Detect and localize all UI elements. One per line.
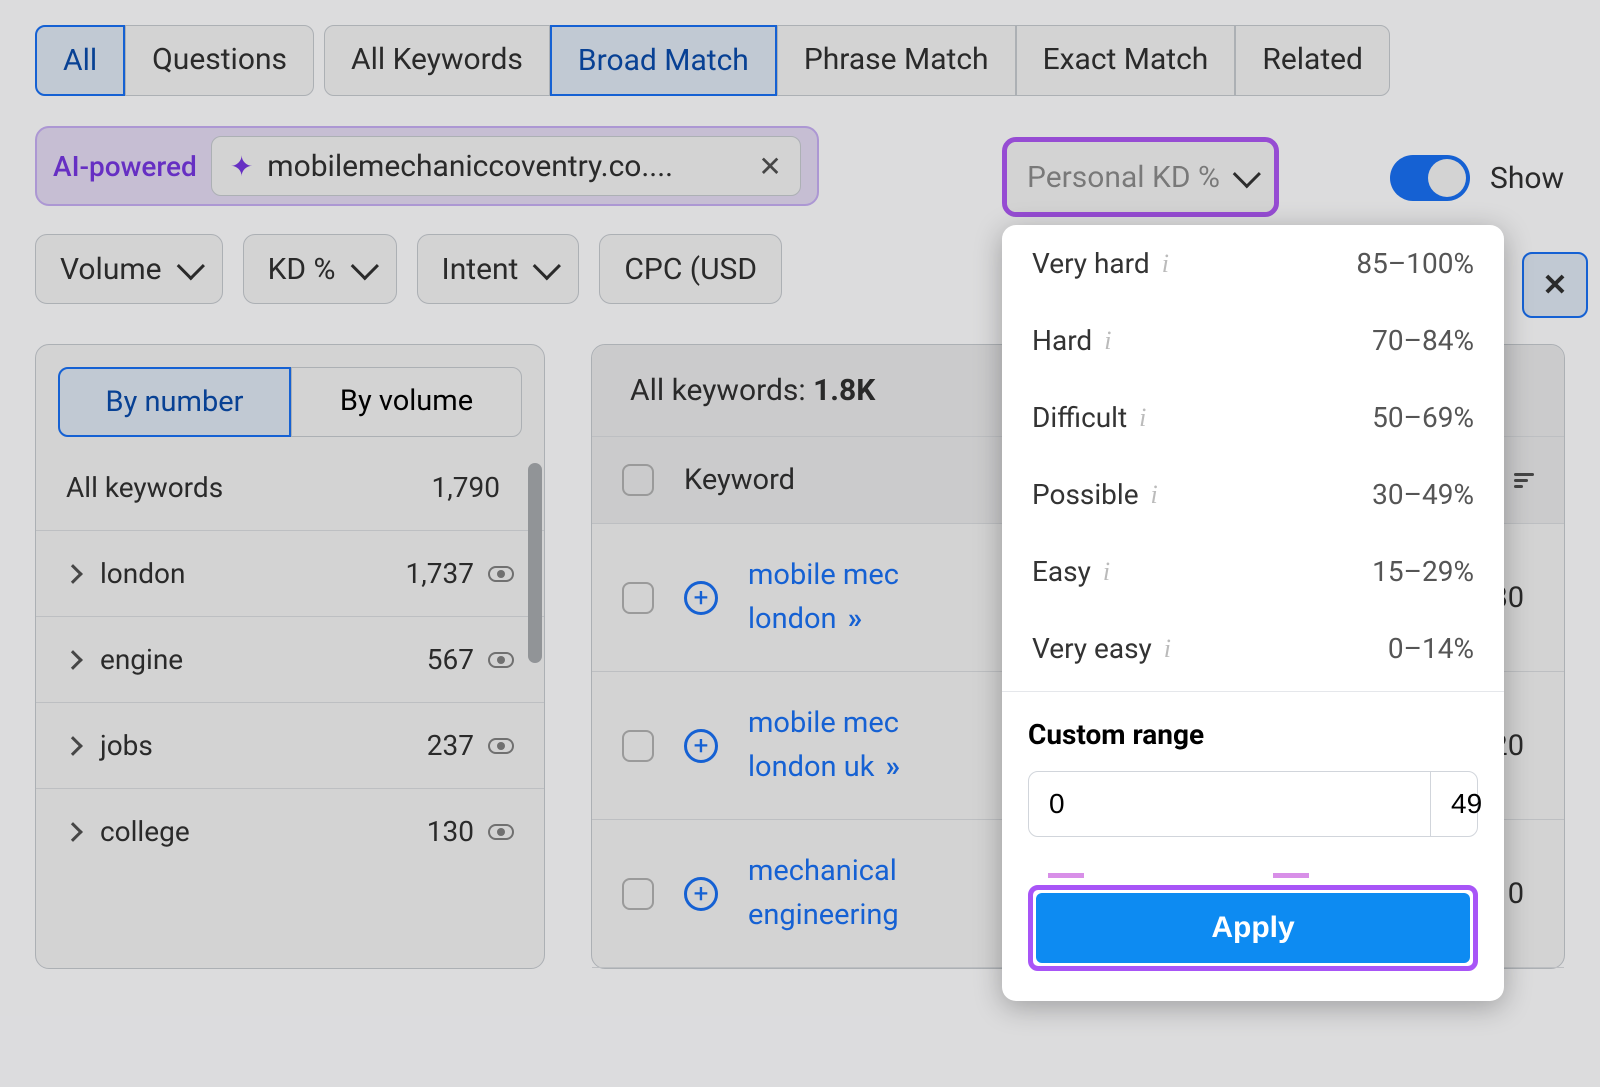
personal-kd-dropdown: Very hard i 85–100% Hard i 70–84% Diffic… (1002, 225, 1504, 1001)
group-all-keywords[interactable]: All keywords 1,790 (36, 459, 544, 530)
ai-powered-pill: AI-powered ✦ mobilemechaniccoventry.co..… (35, 126, 819, 206)
row-checkbox[interactable] (622, 878, 654, 910)
filter-intent[interactable]: Intent (417, 234, 580, 304)
group-engine[interactable]: engine 567 (36, 616, 544, 702)
chevron-right-icon (63, 736, 83, 756)
chevron-down-icon (350, 252, 378, 280)
tab-phrase-match[interactable]: Phrase Match (777, 25, 1016, 96)
chevron-down-icon (1233, 160, 1261, 188)
tab-broad-match[interactable]: Broad Match (550, 25, 777, 96)
kd-option-difficult[interactable]: Difficult i 50–69% (1002, 379, 1504, 456)
external-icon: » (841, 602, 863, 636)
clear-filters-button[interactable]: ✕ (1522, 252, 1588, 318)
personal-kd-trigger[interactable]: Personal KD % (1002, 137, 1279, 217)
group-london[interactable]: london 1,737 (36, 530, 544, 616)
scrollbar-thumb[interactable] (528, 463, 542, 663)
domain-chip[interactable]: ✦ mobilemechaniccoventry.co.... ✕ (211, 136, 801, 196)
tab-related[interactable]: Related (1235, 25, 1390, 96)
info-icon[interactable]: i (1151, 480, 1158, 510)
eye-icon[interactable] (488, 652, 514, 668)
kd-option-possible[interactable]: Possible i 30–49% (1002, 456, 1504, 533)
eye-icon[interactable] (488, 824, 514, 840)
ai-label: AI-powered (53, 150, 197, 183)
chevron-down-icon (176, 252, 204, 280)
chevron-right-icon (63, 650, 83, 670)
external-icon: » (878, 750, 900, 784)
custom-range-from[interactable] (1029, 772, 1431, 836)
row-checkbox[interactable] (622, 730, 654, 762)
show-toggle[interactable] (1390, 155, 1470, 201)
custom-range-to[interactable] (1431, 772, 1600, 836)
custom-range-label: Custom range (1028, 718, 1478, 751)
tabs-row: All Questions All Keywords Broad Match P… (35, 25, 1565, 96)
sort-icon[interactable] (1514, 473, 1534, 488)
tab-all-keywords[interactable]: All Keywords (324, 25, 550, 96)
kd-option-easy[interactable]: Easy i 15–29% (1002, 533, 1504, 610)
add-keyword-icon[interactable]: + (684, 877, 718, 911)
view-by-volume[interactable]: By volume (291, 367, 522, 437)
clear-domain-icon[interactable]: ✕ (758, 150, 781, 183)
add-keyword-icon[interactable]: + (684, 729, 718, 763)
info-icon[interactable]: i (1164, 634, 1171, 664)
chevron-right-icon (63, 822, 83, 842)
kd-option-very-hard[interactable]: Very hard i 85–100% (1002, 225, 1504, 302)
show-label: Show (1490, 161, 1564, 196)
tab-all[interactable]: All (35, 25, 125, 96)
info-icon[interactable]: i (1139, 403, 1146, 433)
view-by-number[interactable]: By number (58, 367, 291, 437)
tab-exact-match[interactable]: Exact Match (1016, 25, 1236, 96)
filter-volume[interactable]: Volume (35, 234, 223, 304)
keyword-groups-panel: By number By volume All keywords 1,790 l… (35, 344, 545, 969)
eye-icon[interactable] (488, 738, 514, 754)
add-keyword-icon[interactable]: + (684, 581, 718, 615)
apply-button[interactable]: Apply (1036, 893, 1470, 963)
info-icon[interactable]: i (1103, 557, 1110, 587)
eye-icon[interactable] (488, 566, 514, 582)
tab-questions[interactable]: Questions (125, 25, 314, 96)
domain-text: mobilemechaniccoventry.co.... (267, 149, 744, 184)
filter-kd[interactable]: KD % (243, 234, 397, 304)
kd-option-very-easy[interactable]: Very easy i 0–14% (1002, 610, 1504, 687)
sparkle-icon: ✦ (230, 150, 253, 183)
info-icon[interactable]: i (1104, 326, 1111, 356)
chevron-down-icon (533, 252, 561, 280)
row-checkbox[interactable] (622, 582, 654, 614)
group-college[interactable]: college 130 (36, 788, 544, 874)
apply-highlight: Apply (1028, 885, 1478, 971)
select-all-checkbox[interactable] (622, 464, 654, 496)
info-icon[interactable]: i (1162, 249, 1169, 279)
personal-kd-label: Personal KD % (1027, 160, 1220, 195)
kd-option-hard[interactable]: Hard i 70–84% (1002, 302, 1504, 379)
group-jobs[interactable]: jobs 237 (36, 702, 544, 788)
filter-cpc[interactable]: CPC (USD (599, 234, 782, 304)
chevron-right-icon (63, 564, 83, 584)
